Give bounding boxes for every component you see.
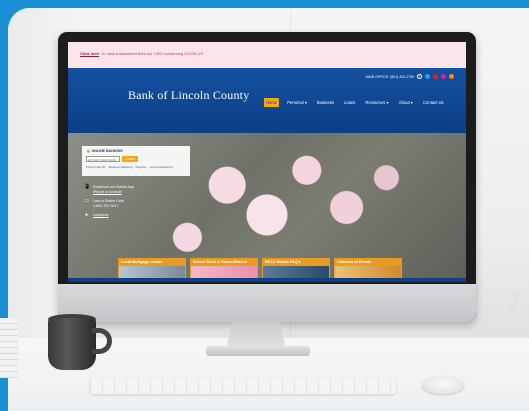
mobile-app-title: Download our Mobile App:: [93, 185, 135, 189]
tile-label: Calendar of Events: [337, 260, 372, 264]
covid-alert-bar: Click here to view a statement from our …: [68, 42, 466, 68]
card-icon: ▭: [84, 198, 89, 204]
book-stack: [0, 318, 18, 378]
monitor: Click here to view a statement from our …: [58, 32, 476, 322]
tile-label: School Bank & Patron Branch: [193, 260, 248, 264]
nav-home[interactable]: Home: [264, 98, 280, 107]
online-banking-login: 🔒 ONLINE BANKING ENTER USERNAME LOGIN Fo…: [82, 146, 190, 176]
nav-business[interactable]: Business: [315, 98, 336, 107]
nav-contact[interactable]: Contact Us: [421, 98, 446, 107]
mobile-app-info: 📱 Download our Mobile App: iPhone or And…: [84, 185, 164, 195]
nav-personal[interactable]: Personal ▾: [285, 98, 309, 107]
alert-message: to view a statement from our CEO concern…: [102, 51, 203, 56]
monitor-chin: [58, 284, 476, 322]
login-links: Forgot User ID Business Banking Register…: [86, 165, 186, 169]
forgot-user-id-link[interactable]: Forgot User ID: [86, 165, 106, 169]
bank-logo[interactable]: Bank of Lincoln County: [128, 88, 249, 103]
forgot-password-link[interactable]: Forgot Password: [150, 165, 173, 169]
linkedin-icon[interactable]: [449, 74, 454, 79]
lost-card-info: ▭ Lost or Stolen Card 1-800-757-0017: [84, 199, 164, 209]
monitor-screen: Click here to view a statement from our …: [68, 42, 466, 282]
phone-icon: 📱: [84, 184, 91, 190]
monitor-stand-base: [206, 346, 310, 356]
top-utility-bar: MAIN OFFICE: (501) 403-1700: [366, 74, 454, 79]
mobile-app-links[interactable]: iPhone or Android: [93, 190, 122, 194]
hero-bottom-strip: [68, 278, 466, 282]
keyboard: [90, 378, 396, 394]
mouse: [422, 376, 464, 394]
login-row: ENTER USERNAME LOGIN: [86, 156, 186, 162]
hero-info: 📱 Download our Mobile App: iPhone or And…: [84, 185, 164, 222]
login-title: 🔒 ONLINE BANKING: [86, 149, 123, 153]
lost-card-phone: 1-800-757-0017: [93, 204, 119, 208]
locations-link[interactable]: Locations: [93, 213, 108, 218]
facebook-icon[interactable]: [417, 74, 422, 79]
login-button[interactable]: LOGIN: [122, 156, 138, 162]
nav-resources[interactable]: Resources ▾: [363, 98, 390, 107]
tile-label: Local Mortgage Lender: [121, 260, 163, 264]
nav-about[interactable]: About ▾: [397, 98, 415, 107]
username-input[interactable]: ENTER USERNAME: [86, 156, 120, 162]
youtube-icon[interactable]: [433, 74, 438, 79]
register-link[interactable]: Register: [136, 165, 147, 169]
lock-icon: 🔒: [86, 149, 91, 153]
locations-info: ● Locations: [84, 213, 164, 218]
main-nav: Home Personal ▾ Business Loans Resources…: [264, 98, 446, 107]
site-header: MAIN OFFICE: (501) 403-1700 Bank of Linc…: [68, 68, 466, 133]
business-banking-link[interactable]: Business Banking: [109, 165, 133, 169]
logo-text: Bank of Lincoln County: [128, 88, 250, 102]
lost-card-title: Lost or Stolen Card: [93, 199, 124, 203]
tile-label: BOLC Mobile FAQ's: [265, 260, 301, 264]
coffee-mug: [48, 318, 96, 370]
instagram-icon[interactable]: [441, 74, 446, 79]
hero-banner: 🔒 ONLINE BANKING ENTER USERNAME LOGIN Fo…: [68, 133, 466, 282]
main-office-phone: MAIN OFFICE: (501) 403-1700: [365, 74, 414, 79]
twitter-icon[interactable]: [425, 74, 430, 79]
map-pin-icon: ●: [84, 212, 89, 218]
alert-link[interactable]: Click here: [80, 51, 99, 56]
nav-loans[interactable]: Loans: [342, 98, 357, 107]
